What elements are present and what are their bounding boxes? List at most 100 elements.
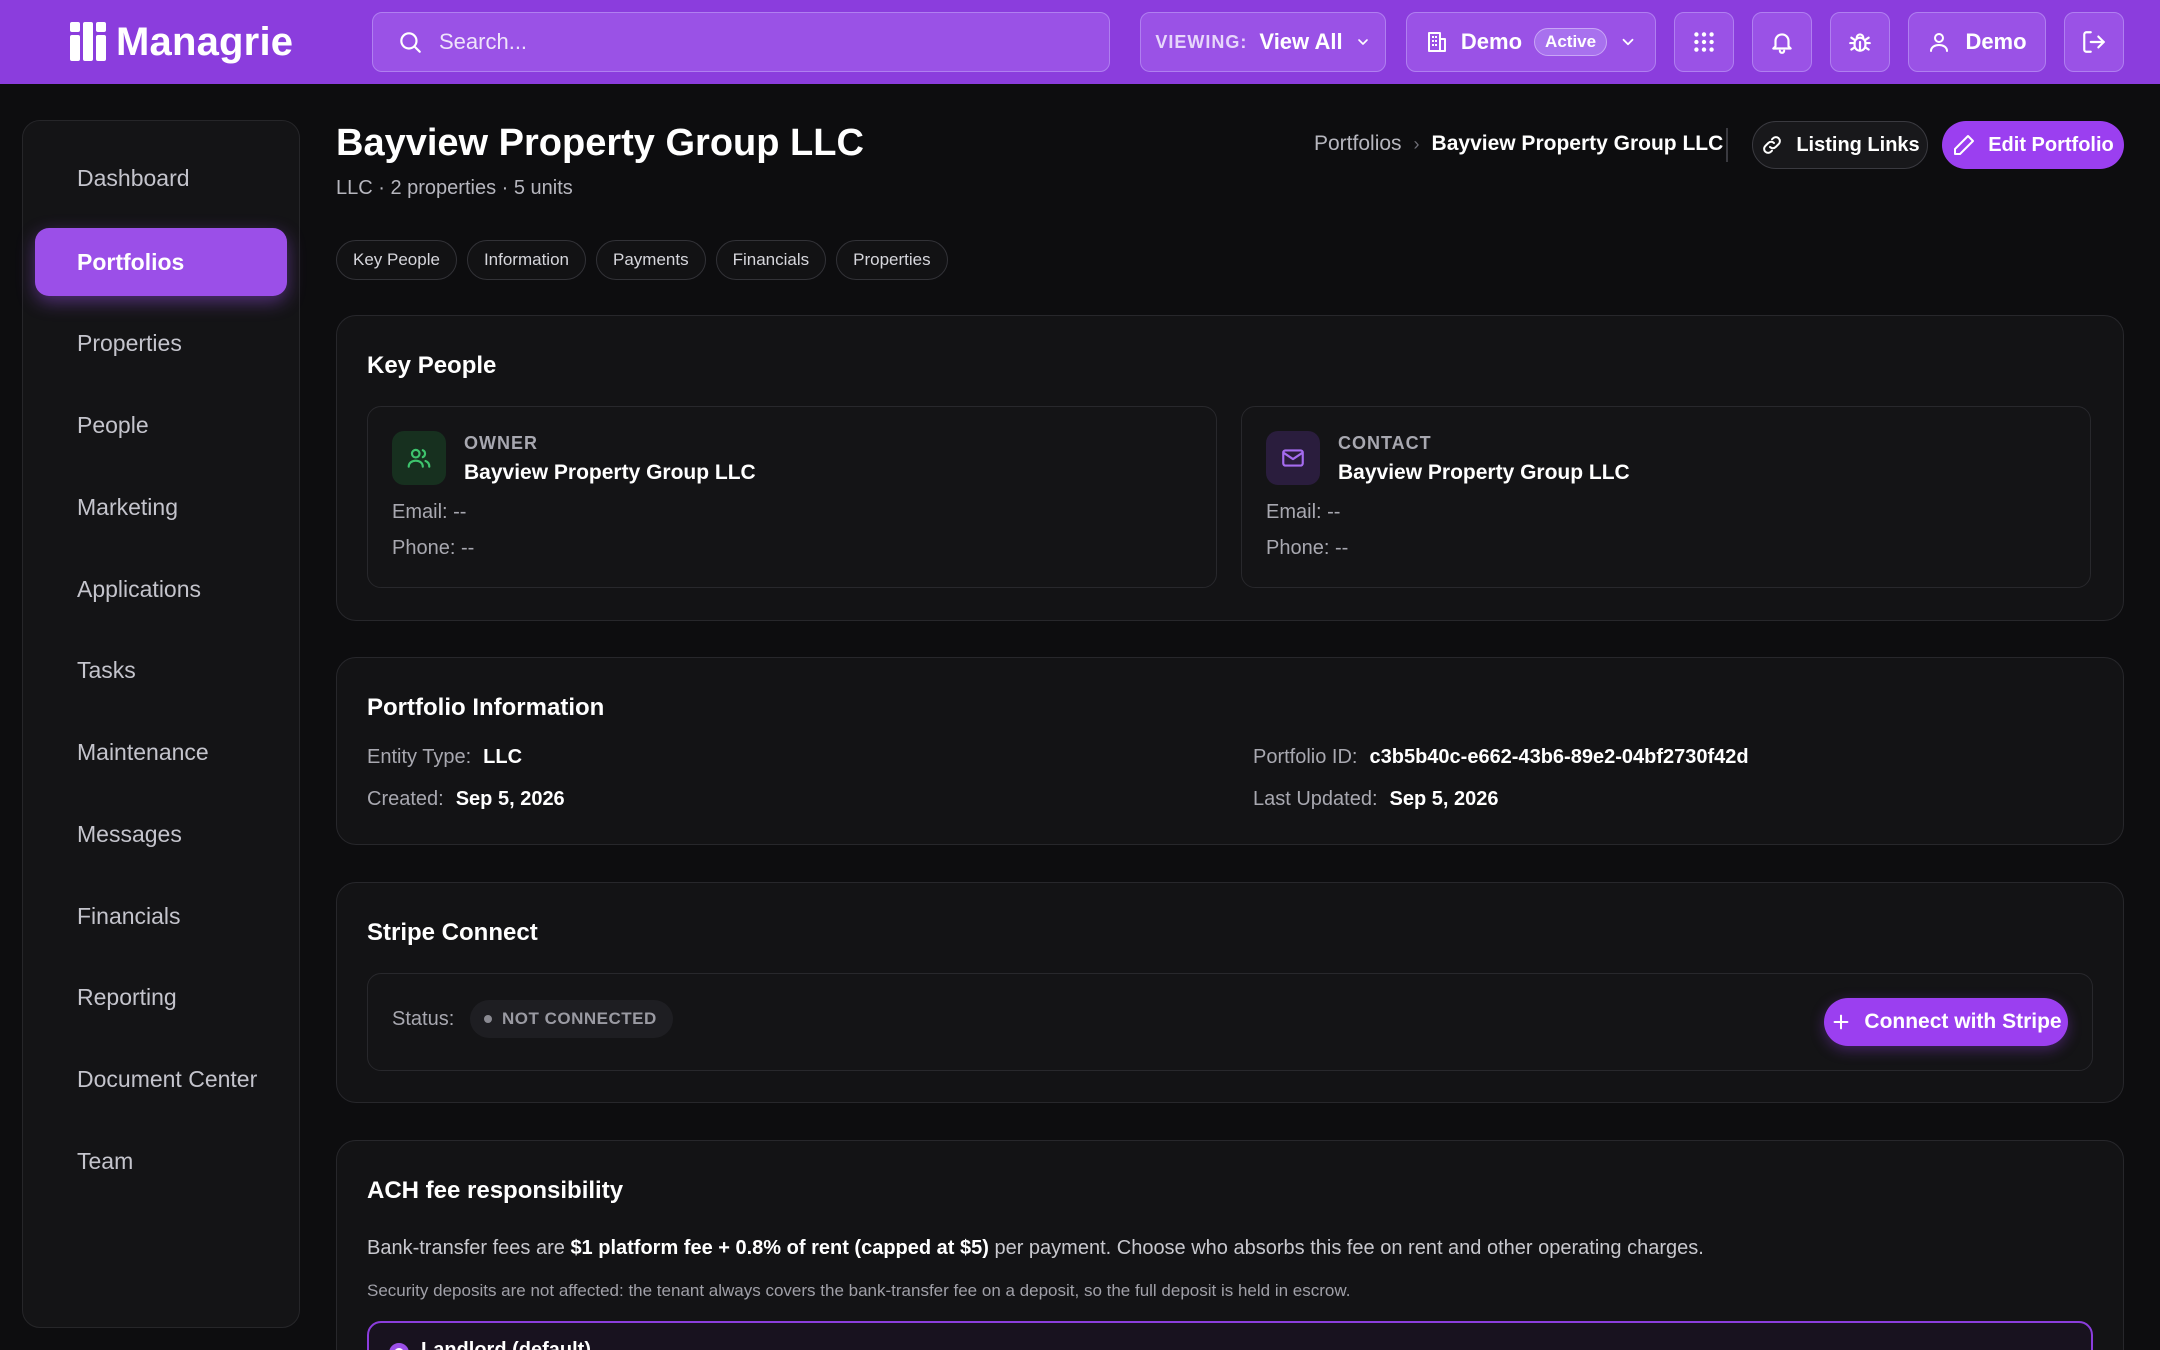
contact-role-label: CONTACT <box>1338 433 1432 453</box>
app-logo[interactable]: Managrie <box>70 18 293 66</box>
created-row: Created: Sep 5, 2026 <box>367 788 565 811</box>
ach-option-label: Landlord (default) <box>421 1339 591 1350</box>
status-dot-icon <box>484 1015 492 1023</box>
user-icon <box>1927 30 1951 54</box>
owner-role-label: OWNER <box>464 433 538 453</box>
tab-financials[interactable]: Financials <box>715 240 827 280</box>
logo-icon <box>70 22 108 61</box>
organization-name: Demo <box>1460 29 1523 54</box>
sidebar-item-portfolios[interactable]: Portfolios <box>35 228 287 296</box>
sidebar-item-tasks[interactable]: Tasks <box>35 636 287 704</box>
last-updated-label: Last Updated: <box>1253 788 1378 810</box>
portfolio-information-title: Portfolio Information <box>367 694 605 721</box>
last-updated-value: Sep 5, 2026 <box>1389 788 1499 810</box>
chevron-down-icon <box>1619 33 1637 51</box>
owner-card: OWNER Bayview Property Group LLC Email: … <box>367 406 1217 588</box>
sidebar-item-team[interactable]: Team <box>35 1127 287 1195</box>
contact-email: Email: -- <box>1266 501 1341 523</box>
viewing-filter-dropdown[interactable]: VIEWING: View All <box>1140 12 1386 72</box>
sidebar-item-maintenance[interactable]: Maintenance <box>35 718 287 786</box>
apps-grid-button[interactable] <box>1674 12 1734 72</box>
owner-phone: Phone: -- <box>392 537 475 559</box>
user-menu-button[interactable]: Demo <box>1908 12 2046 72</box>
created-label: Created: <box>367 788 444 810</box>
owner-email: Email: -- <box>392 501 467 523</box>
page-subtitle: LLC · 2 properties · 5 units <box>336 177 573 199</box>
ach-option-landlord[interactable]: Landlord (default) <box>367 1321 2093 1350</box>
entity-type-row: Entity Type: LLC <box>367 746 522 769</box>
edit-portfolio-label: Edit Portfolio <box>1988 133 2114 156</box>
section-tabs: Key People Information Payments Financia… <box>336 240 948 280</box>
tab-properties[interactable]: Properties <box>836 240 948 280</box>
sidebar-item-messages[interactable]: Messages <box>35 800 287 868</box>
sidebar-item-marketing[interactable]: Marketing <box>35 473 287 541</box>
search-input[interactable] <box>439 29 1039 55</box>
created-value: Sep 5, 2026 <box>455 788 565 810</box>
grid-icon <box>1691 29 1717 55</box>
owner-name: Bayview Property Group LLC <box>464 461 756 484</box>
header-divider <box>1726 128 1728 162</box>
notifications-button[interactable] <box>1752 12 1812 72</box>
portfolio-information-card: Portfolio Information Entity Type: LLC C… <box>336 657 2124 845</box>
mail-icon <box>1266 431 1320 485</box>
report-bug-button[interactable] <box>1830 12 1890 72</box>
stripe-connect-title: Stripe Connect <box>367 919 538 946</box>
sidebar-item-reporting[interactable]: Reporting <box>35 963 287 1031</box>
key-people-title: Key People <box>367 352 497 379</box>
bug-icon <box>1847 29 1873 55</box>
last-updated-row: Last Updated: Sep 5, 2026 <box>1253 788 1499 811</box>
logout-icon <box>2081 29 2107 55</box>
stripe-status-badge: NOT CONNECTED <box>470 1000 673 1038</box>
ach-text-after: per payment. Choose who absorbs this fee… <box>988 1237 1704 1259</box>
portfolio-id-label: Portfolio ID: <box>1253 746 1358 768</box>
ach-fee-title: ACH fee responsibility <box>367 1177 624 1204</box>
contact-name: Bayview Property Group LLC <box>1338 461 1630 484</box>
user-name: Demo <box>1965 29 2027 54</box>
ach-fee-note: Security deposits are not affected: the … <box>367 1281 1351 1300</box>
sidebar-item-applications[interactable]: Applications <box>35 555 287 623</box>
search-icon <box>397 29 423 55</box>
connect-with-stripe-label: Connect with Stripe <box>1864 1010 2062 1033</box>
chevron-down-icon <box>1355 34 1371 50</box>
sidebar-item-people[interactable]: People <box>35 391 287 459</box>
tab-information[interactable]: Information <box>466 240 586 280</box>
stripe-connect-card: Stripe Connect Status: NOT CONNECTED Con… <box>336 882 2124 1103</box>
breadcrumb-portfolios-link[interactable]: Portfolios <box>1314 132 1402 156</box>
viewing-label: VIEWING: <box>1155 31 1248 52</box>
ach-text-before: Bank-transfer fees are <box>367 1237 571 1259</box>
connect-with-stripe-button[interactable]: Connect with Stripe <box>1824 998 2068 1046</box>
page-title: Bayview Property Group LLC <box>336 122 864 164</box>
edit-portfolio-button[interactable]: Edit Portfolio <box>1942 121 2124 169</box>
portfolio-id-row: Portfolio ID: c3b5b40c-e662-43b6-89e2-04… <box>1253 746 1749 769</box>
organization-status-badge: Active <box>1534 28 1608 56</box>
tab-payments[interactable]: Payments <box>596 240 706 280</box>
ach-fee-description: Bank-transfer fees are $1 platform fee +… <box>367 1237 1704 1260</box>
entity-type-value: LLC <box>483 746 523 768</box>
sidebar-item-properties[interactable]: Properties <box>35 309 287 377</box>
radio-selected-icon[interactable] <box>389 1343 409 1350</box>
users-icon <box>392 431 446 485</box>
listing-links-button[interactable]: Listing Links <box>1752 121 1928 169</box>
sidebar-item-financials[interactable]: Financials <box>35 882 287 950</box>
sidebar-item-document-center[interactable]: Document Center <box>35 1045 287 1113</box>
bell-icon <box>1769 29 1795 55</box>
viewing-value: View All <box>1259 29 1343 54</box>
tab-key-people[interactable]: Key People <box>336 240 457 280</box>
key-people-card: Key People OWNER Bayview Property Group … <box>336 315 2124 621</box>
search-bar[interactable] <box>372 12 1110 72</box>
entity-type-label: Entity Type: <box>367 746 472 768</box>
ach-fee-card: ACH fee responsibility Bank-transfer fee… <box>336 1140 2124 1350</box>
stripe-status-text: NOT CONNECTED <box>502 1009 657 1028</box>
building-icon <box>1425 30 1449 54</box>
organization-switcher[interactable]: Demo Active <box>1406 12 1656 72</box>
contact-phone: Phone: -- <box>1266 537 1349 559</box>
breadcrumb: Portfolios › Bayview Property Group LLC <box>1314 132 1723 156</box>
sidebar-item-dashboard[interactable]: Dashboard <box>35 144 287 212</box>
link-icon <box>1760 133 1784 157</box>
stripe-status-box: Status: NOT CONNECTED Connect with Strip… <box>367 973 2093 1071</box>
breadcrumb-current: Bayview Property Group LLC <box>1431 132 1724 155</box>
logout-button[interactable] <box>2064 12 2124 72</box>
listing-links-label: Listing Links <box>1796 133 1920 156</box>
stripe-status-label: Status: <box>392 1008 455 1030</box>
plus-icon <box>1830 1011 1852 1033</box>
